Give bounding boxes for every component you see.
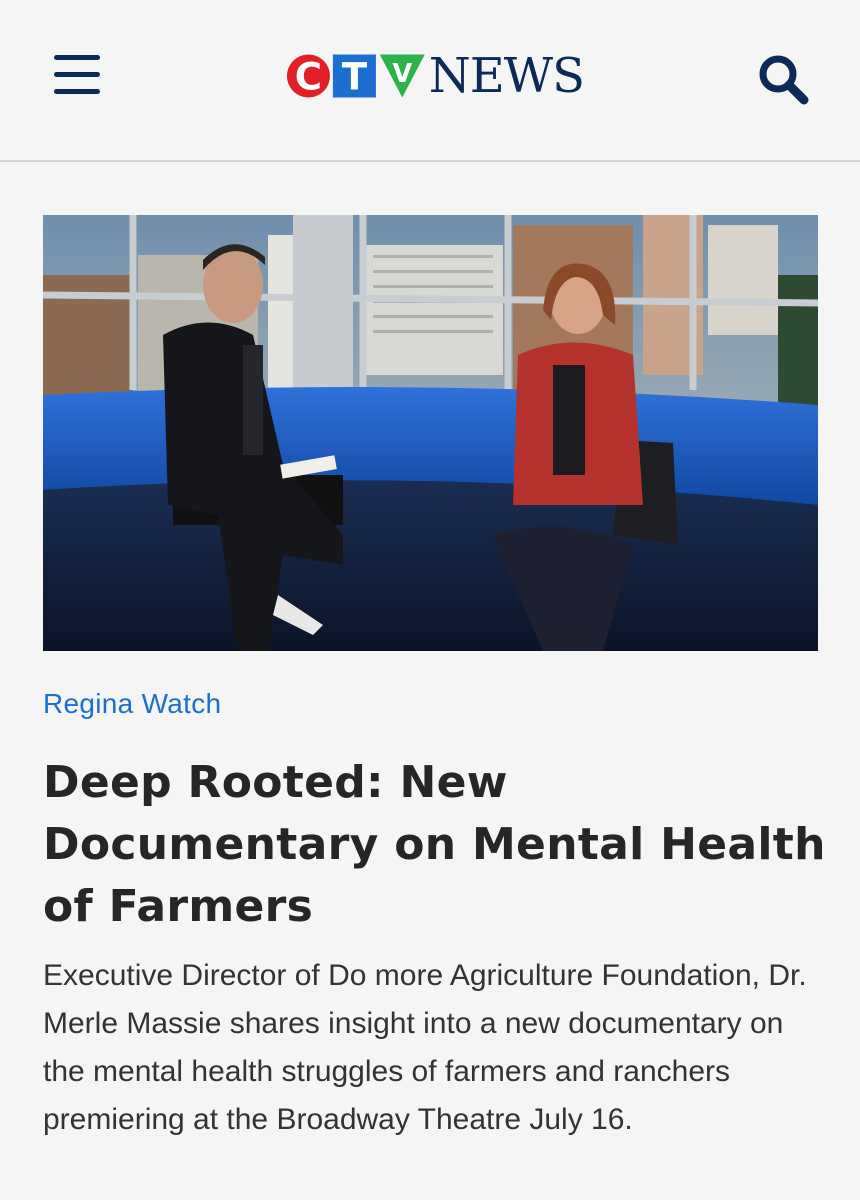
hamburger-menu-icon[interactable]: [52, 52, 104, 98]
ctv-logo-mark: C T V: [286, 54, 425, 99]
logo-word: NEWS: [428, 48, 585, 104]
logo-letter-v: V: [392, 58, 412, 88]
ctv-news-logo[interactable]: C T V NEWS: [284, 48, 585, 104]
article-headline[interactable]: Deep Rooted: New Documentary on Mental H…: [43, 752, 833, 938]
article-summary: Executive Director of Do more Agricultur…: [43, 959, 807, 1136]
video-thumbnail[interactable]: [43, 215, 818, 651]
logo-letter-c: C: [295, 56, 322, 99]
search-icon[interactable]: [752, 48, 812, 108]
site-header: C T V NEWS: [0, 0, 860, 162]
category-link[interactable]: Regina Watch: [43, 688, 221, 720]
logo-letter-t: T: [342, 56, 368, 99]
